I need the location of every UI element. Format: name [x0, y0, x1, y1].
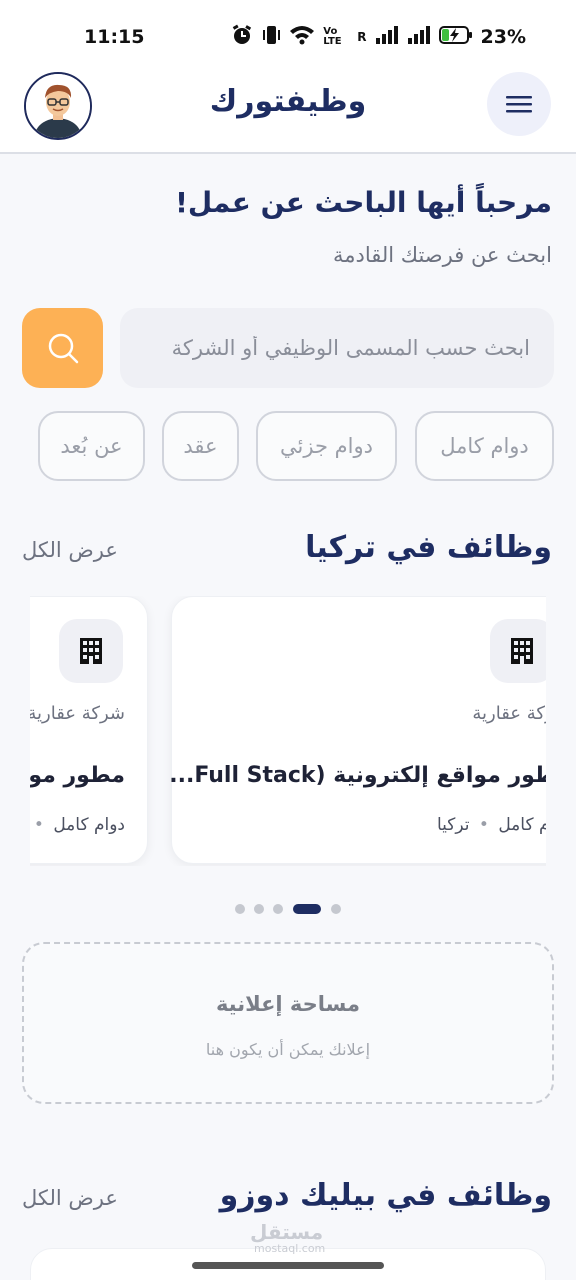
carousel-dot[interactable]	[254, 904, 264, 914]
job-card[interactable]: شركة عقارية مطور موا دوام كامل •	[30, 596, 148, 864]
vibrate-icon	[261, 24, 281, 50]
carousel-dot[interactable]	[331, 904, 341, 914]
building-icon	[511, 638, 533, 664]
jobs-carousel-turkey[interactable]: شركة عقارية مطور مواقع إلكترونية (Full S…	[30, 596, 546, 866]
job-card[interactable]: شركة عقارية مطور مواقع إلكترونية (Full S…	[169, 596, 546, 864]
company-logo	[490, 619, 546, 683]
company-name: شركة عقارية	[472, 703, 546, 724]
see-all-turkey-link[interactable]: عرض الكل	[22, 538, 118, 562]
battery-charging-icon	[438, 25, 473, 49]
welcome-subtitle: ابحث عن فرصتك القادمة	[332, 243, 552, 267]
signal-icon	[375, 25, 399, 49]
job-type: دوام كامل	[53, 815, 125, 835]
ad-title: مساحة إعلانية	[215, 992, 361, 1016]
menu-button[interactable]	[487, 72, 551, 136]
carousel-dot-active[interactable]	[293, 904, 321, 914]
ad-subtitle: إعلانك يمكن أن يكون هنا	[205, 1040, 371, 1059]
job-title: مطور موا	[30, 763, 125, 788]
app-title: وظيفتورك	[209, 84, 367, 119]
building-icon	[80, 638, 102, 664]
meta-separator: •	[33, 815, 44, 835]
job-meta: دوام كامل •	[30, 815, 125, 835]
search-button[interactable]	[22, 308, 103, 388]
filter-chip-part-time[interactable]: دوام جزئي	[256, 411, 397, 481]
carousel-dot[interactable]	[273, 904, 283, 914]
status-icons: Vo LTE R 23%	[231, 24, 526, 50]
avatar-illustration	[26, 74, 90, 138]
section-title-turkey: وظائف في تركيا	[305, 530, 552, 565]
job-meta: دوام كامل • تركيا	[437, 815, 546, 835]
filter-chip-remote[interactable]: عن بُعد	[38, 411, 145, 481]
home-indicator[interactable]	[192, 1262, 384, 1269]
company-logo	[59, 619, 123, 683]
alarm-icon	[231, 24, 253, 50]
job-title: مطور مواقع إلكترونية (Full Stack...	[169, 763, 546, 788]
meta-separator: •	[478, 815, 489, 835]
search-icon	[48, 333, 78, 364]
company-name: شركة عقارية	[30, 703, 125, 724]
filter-chip-contract[interactable]: عقد	[162, 411, 239, 481]
roaming-label: R	[357, 30, 367, 44]
job-location: تركيا	[436, 815, 470, 835]
filter-chip-full-time[interactable]: دوام كامل	[415, 411, 554, 481]
wifi-icon	[289, 25, 315, 49]
welcome-title: مرحباً أيها الباحث عن عمل!	[175, 186, 552, 219]
carousel-dot[interactable]	[235, 904, 245, 914]
section-title-beylikduzu: وظائف في بيليك دوزو	[219, 1178, 552, 1213]
ad-space[interactable]	[22, 942, 554, 1104]
status-time: 11:15	[84, 26, 145, 48]
see-all-beylikduzu-link[interactable]: عرض الكل	[22, 1186, 118, 1210]
hamburger-icon	[506, 96, 532, 113]
avatar[interactable]	[24, 72, 92, 140]
battery-percent: 23%	[480, 26, 526, 48]
search-input[interactable]	[120, 308, 554, 388]
watermark-domain: mostaql.com	[254, 1242, 326, 1255]
signal-icon-2	[407, 25, 431, 49]
watermark-logo: مستقل	[250, 1220, 324, 1244]
volte-icon: Vo LTE	[323, 26, 342, 47]
job-type: دوام كامل	[498, 815, 546, 835]
